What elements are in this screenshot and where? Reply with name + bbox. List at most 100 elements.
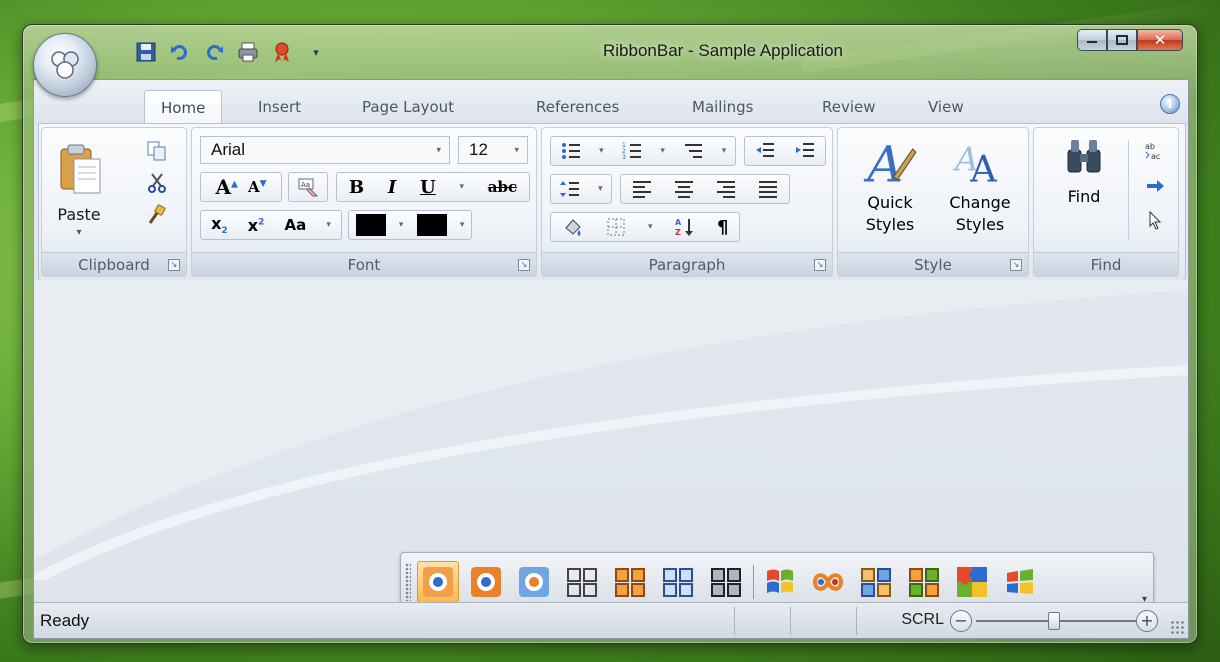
- bullets-icon[interactable]: [560, 140, 582, 162]
- line-spacing-icon[interactable]: [559, 178, 581, 200]
- dock-item-infinity[interactable]: [807, 561, 849, 603]
- status-panel-3: [856, 607, 857, 635]
- justify-icon[interactable]: [757, 178, 779, 200]
- dock-item-office-orange[interactable]: [465, 561, 507, 603]
- clear-formatting-button[interactable]: Aa: [288, 172, 328, 202]
- award-icon[interactable]: [269, 39, 295, 65]
- maximize-button[interactable]: [1107, 29, 1137, 51]
- subscript-icon[interactable]: x2: [211, 214, 228, 236]
- dock-item-puzzle[interactable]: [951, 561, 993, 603]
- print-icon[interactable]: [235, 39, 261, 65]
- customize-qat-icon[interactable]: ▾: [309, 41, 323, 63]
- bullets-dropdown-icon[interactable]: ▾: [599, 146, 604, 156]
- quick-styles-button[interactable]: A Quick Styles: [848, 134, 932, 250]
- grow-font-icon[interactable]: A▲: [215, 175, 237, 199]
- tab-review[interactable]: Review: [806, 90, 892, 124]
- increase-indent-icon[interactable]: [794, 140, 816, 162]
- grid-orange-icon: [615, 568, 645, 597]
- highlight-color-icon[interactable]: [355, 214, 386, 236]
- dock-item-vista-flag[interactable]: [759, 561, 801, 603]
- zoom-slider[interactable]: − +: [950, 608, 1160, 634]
- align-center-icon[interactable]: [673, 178, 695, 200]
- cursor-icon: [1149, 210, 1162, 230]
- zoom-thumb[interactable]: [1048, 612, 1060, 630]
- replace-button[interactable]: ab ac: [1138, 136, 1172, 166]
- copy-button[interactable]: [142, 138, 172, 164]
- redo-icon[interactable]: [201, 39, 227, 65]
- decrease-indent-icon[interactable]: [754, 140, 776, 162]
- cut-button[interactable]: [142, 170, 172, 196]
- highlight-dropdown-icon[interactable]: ▾: [399, 220, 404, 230]
- clipboard-launcher-icon[interactable]: ↘: [168, 259, 180, 271]
- find-button[interactable]: Find: [1044, 136, 1124, 226]
- format-painter-button[interactable]: [142, 202, 172, 228]
- numbering-icon[interactable]: 123: [621, 140, 643, 162]
- multilevel-list-icon[interactable]: [682, 140, 704, 162]
- tab-home[interactable]: Home: [144, 90, 223, 124]
- minimize-button[interactable]: [1077, 29, 1107, 51]
- change-case-dropdown-icon[interactable]: ▾: [326, 220, 331, 230]
- tab-view[interactable]: View: [912, 90, 980, 124]
- borders-icon[interactable]: [605, 216, 627, 238]
- strikethrough-icon[interactable]: abc: [488, 178, 517, 196]
- tab-mailings[interactable]: Mailings: [676, 90, 769, 124]
- close-button[interactable]: ✕: [1137, 29, 1183, 51]
- paragraph-launcher-icon[interactable]: ↘: [814, 259, 826, 271]
- undo-icon[interactable]: [167, 39, 193, 65]
- app-logo-icon: [51, 51, 79, 79]
- bold-icon[interactable]: B: [349, 177, 364, 198]
- paste-dropdown-icon[interactable]: ▾: [46, 222, 112, 244]
- tab-insert[interactable]: Insert: [242, 90, 317, 124]
- shrink-font-icon[interactable]: A▼: [248, 178, 267, 196]
- zoom-out-icon[interactable]: −: [950, 610, 972, 632]
- borders-dropdown-icon[interactable]: ▾: [648, 222, 653, 232]
- application-button[interactable]: [33, 33, 97, 97]
- script-group: x2 x2 Aa ▾: [200, 210, 342, 240]
- font-color-icon[interactable]: [416, 214, 447, 236]
- dock-item-grid-gold[interactable]: [855, 561, 897, 603]
- tab-references[interactable]: References: [520, 90, 635, 124]
- superscript-icon[interactable]: x2: [248, 216, 265, 235]
- change-styles-button[interactable]: A A Change Styles: [938, 134, 1022, 250]
- dock-item-grid-dark[interactable]: [705, 561, 747, 603]
- align-left-icon[interactable]: [631, 178, 653, 200]
- font-color-dropdown-icon[interactable]: ▾: [460, 220, 465, 230]
- style-group: A Quick Styles A A Change Styles Style ↘: [837, 127, 1029, 277]
- font-size-combo[interactable]: 12 ▾: [458, 136, 528, 164]
- quick-styles-icon: A: [863, 136, 917, 188]
- line-spacing-dropdown-icon[interactable]: ▾: [598, 184, 603, 194]
- change-case-icon[interactable]: Aa: [285, 216, 307, 234]
- window-title: RibbonBar - Sample Application: [602, 41, 844, 60]
- shading-icon[interactable]: [562, 216, 584, 238]
- dock-item-grid-orange[interactable]: [609, 561, 651, 603]
- numbering-dropdown-icon[interactable]: ▾: [660, 146, 665, 156]
- paste-button[interactable]: [50, 136, 110, 202]
- client-area: Home Insert Page Layout References Maili…: [33, 79, 1189, 639]
- dock-item-grid-gray[interactable]: [561, 561, 603, 603]
- dock-grip[interactable]: [405, 563, 411, 601]
- sort-icon[interactable]: AZ: [674, 216, 696, 238]
- ribbon-tabs: Home Insert Page Layout References Maili…: [34, 80, 1188, 124]
- dock-item-office-blue[interactable]: [513, 561, 555, 603]
- tab-page-layout[interactable]: Page Layout: [346, 90, 470, 124]
- go-to-button[interactable]: [1138, 172, 1172, 200]
- font-launcher-icon[interactable]: ↘: [518, 259, 530, 271]
- dock-item-windows-classic[interactable]: [999, 561, 1041, 603]
- font-name-combo[interactable]: Arial ▾: [200, 136, 450, 164]
- help-icon[interactable]: i: [1160, 94, 1180, 114]
- dock-item-grid-green[interactable]: [903, 561, 945, 603]
- font-name-value: Arial: [211, 140, 246, 159]
- style-launcher-icon[interactable]: ↘: [1010, 259, 1022, 271]
- select-button[interactable]: [1138, 206, 1172, 234]
- show-hide-pilcrow-icon[interactable]: ¶: [717, 217, 728, 238]
- dock-item-grid-blue[interactable]: [657, 561, 699, 603]
- align-right-icon[interactable]: [715, 178, 737, 200]
- italic-icon[interactable]: I: [388, 177, 396, 198]
- resize-grip[interactable]: [1170, 620, 1184, 634]
- multilevel-dropdown-icon[interactable]: ▾: [722, 146, 727, 156]
- underline-dropdown-icon[interactable]: ▾: [459, 182, 464, 192]
- save-icon[interactable]: [133, 39, 159, 65]
- zoom-in-icon[interactable]: +: [1136, 610, 1158, 632]
- underline-icon[interactable]: U: [420, 177, 436, 198]
- dock-item-office-orange-selected[interactable]: [417, 561, 459, 603]
